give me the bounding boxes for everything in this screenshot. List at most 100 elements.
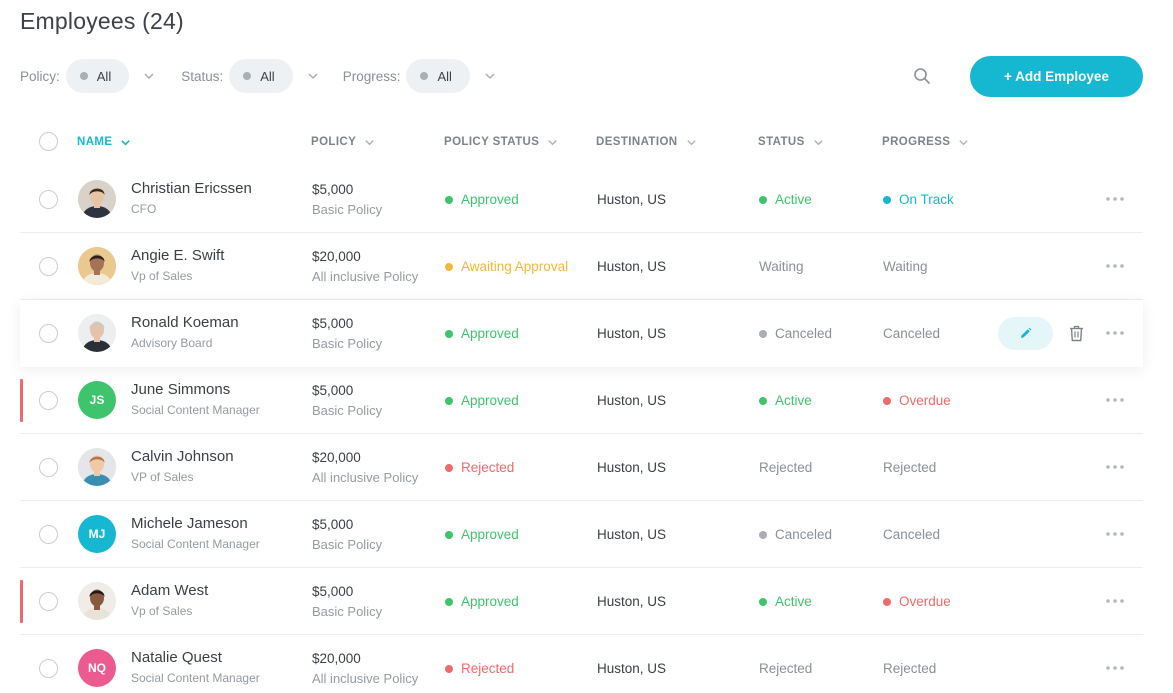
avatar: [78, 247, 116, 285]
policy-status-label: Approved: [461, 326, 519, 341]
row-checkbox[interactable]: [39, 525, 58, 544]
progress-filter-value: All: [437, 68, 452, 84]
more-horizontal-icon: [1106, 264, 1124, 268]
table-header: NAME POLICY POLICY STATUS DESTINATION ST…: [20, 122, 1143, 162]
more-horizontal-icon: [1106, 599, 1124, 603]
policy-filter-select[interactable]: All: [65, 59, 130, 93]
row-checkbox[interactable]: [39, 659, 58, 678]
avatar-photo: [78, 582, 116, 620]
employee-name[interactable]: Adam West: [131, 582, 208, 599]
column-header-status[interactable]: STATUS: [758, 122, 824, 162]
row-checkbox[interactable]: [39, 190, 58, 209]
policy-name: Basic Policy: [312, 202, 383, 217]
employee-status: Canceled: [759, 501, 832, 568]
more-horizontal-icon: [1106, 398, 1124, 402]
chevron-down-icon[interactable]: [470, 59, 510, 93]
search-button[interactable]: [906, 60, 938, 92]
employee-name[interactable]: Michele Jameson: [131, 515, 248, 532]
chevron-down-icon: [686, 139, 696, 145]
table-row[interactable]: JS June Simmons Social Content Manager $…: [20, 367, 1143, 434]
trash-icon: [1069, 325, 1083, 341]
gray-dot-icon: [79, 72, 88, 80]
policy-name: Basic Policy: [312, 403, 383, 418]
policy-name: Basic Policy: [312, 537, 383, 552]
more-horizontal-icon: [1106, 666, 1124, 670]
status-dot-icon: [445, 530, 453, 539]
status-dot-icon: [445, 329, 453, 338]
more-options-button[interactable]: [1104, 255, 1126, 277]
pencil-icon: [1021, 327, 1032, 338]
table-row[interactable]: Angie E. Swift Vp of Sales $20,000 All i…: [20, 233, 1143, 300]
row-checkbox[interactable]: [39, 592, 58, 611]
employee-role: Vp of Sales: [131, 604, 193, 618]
table-row[interactable]: NQ Natalie Quest Social Content Manager …: [20, 635, 1143, 693]
column-header-policy[interactable]: POLICY: [311, 122, 375, 162]
table-row[interactable]: Christian Ericssen CFO $5,000 Basic Poli…: [20, 166, 1143, 233]
more-options-button[interactable]: [1104, 657, 1126, 679]
employee-status: Active: [759, 166, 812, 233]
more-options-button[interactable]: [1104, 523, 1126, 545]
employee-name[interactable]: Ronald Koeman: [131, 314, 239, 331]
employee-role: Social Content Manager: [131, 537, 260, 551]
column-header-destination[interactable]: DESTINATION: [596, 122, 697, 162]
select-all-checkbox[interactable]: [39, 132, 58, 151]
progress-label: Overdue: [899, 393, 951, 408]
status-dot-icon: [759, 329, 767, 338]
policy-amount: $5,000: [312, 517, 354, 532]
destination: Huston, US: [597, 527, 667, 542]
employee-name[interactable]: Angie E. Swift: [131, 247, 224, 264]
table-row[interactable]: Ronald Koeman Advisory Board $5,000 Basi…: [20, 300, 1143, 367]
progress-filter-select[interactable]: All: [406, 59, 470, 93]
policy-name: Basic Policy: [312, 604, 383, 619]
more-horizontal-icon: [1106, 197, 1124, 201]
table-row[interactable]: Calvin Johnson VP of Sales $20,000 All i…: [20, 434, 1143, 501]
more-options-button[interactable]: [1104, 389, 1126, 411]
row-checkbox[interactable]: [39, 458, 58, 477]
employee-name[interactable]: Calvin Johnson: [131, 448, 234, 465]
table-row[interactable]: Adam West Vp of Sales $5,000 Basic Polic…: [20, 568, 1143, 635]
add-employee-button[interactable]: + Add Employee: [970, 56, 1143, 97]
employee-name[interactable]: Christian Ericssen: [131, 180, 252, 197]
chevron-down-icon[interactable]: [129, 59, 169, 93]
delete-button[interactable]: [1065, 322, 1087, 344]
status-dot-icon: [445, 396, 453, 405]
progress: Canceled: [883, 501, 940, 568]
avatar-initials: JS: [89, 393, 105, 407]
row-checkbox[interactable]: [39, 324, 58, 343]
avatar-photo: [78, 180, 116, 218]
chevron-down-icon[interactable]: [293, 59, 333, 93]
employee-status: Waiting: [759, 233, 804, 300]
row-checkbox[interactable]: [39, 257, 58, 276]
employee-name[interactable]: June Simmons: [131, 381, 230, 398]
more-options-button[interactable]: [1104, 590, 1126, 612]
policy-amount: $20,000: [312, 249, 361, 264]
progress-label: On Track: [899, 192, 954, 207]
table-row[interactable]: MJ Michele Jameson Social Content Manage…: [20, 501, 1143, 568]
progress-label: Rejected: [883, 460, 937, 475]
status-filter-value: All: [260, 68, 275, 84]
status-label: Rejected: [759, 661, 813, 676]
progress: Waiting: [883, 233, 928, 300]
row-checkbox[interactable]: [39, 391, 58, 410]
status-dot-icon: [445, 195, 453, 204]
status-dot-icon: [883, 195, 891, 204]
policy-amount: $20,000: [312, 651, 361, 666]
employee-name[interactable]: Natalie Quest: [131, 649, 222, 666]
employee-status: Rejected: [759, 635, 812, 693]
column-header-label: POLICY: [311, 136, 357, 148]
edit-button[interactable]: [998, 317, 1053, 350]
status-dot-icon: [759, 597, 767, 606]
column-header-policy-status[interactable]: POLICY STATUS: [444, 122, 558, 162]
column-header-progress[interactable]: PROGRESS: [882, 122, 969, 162]
more-options-button[interactable]: [1104, 322, 1126, 344]
more-options-button[interactable]: [1104, 188, 1126, 210]
avatar: [78, 314, 116, 352]
destination: Huston, US: [597, 259, 667, 274]
status-filter-select[interactable]: All: [229, 59, 293, 93]
more-options-button[interactable]: [1104, 456, 1126, 478]
policy-status-label: Approved: [461, 192, 519, 207]
status-dot-icon: [445, 597, 453, 606]
avatar-initials: NQ: [88, 661, 106, 675]
column-header-name[interactable]: NAME: [77, 122, 131, 162]
more-horizontal-icon: [1106, 532, 1124, 536]
